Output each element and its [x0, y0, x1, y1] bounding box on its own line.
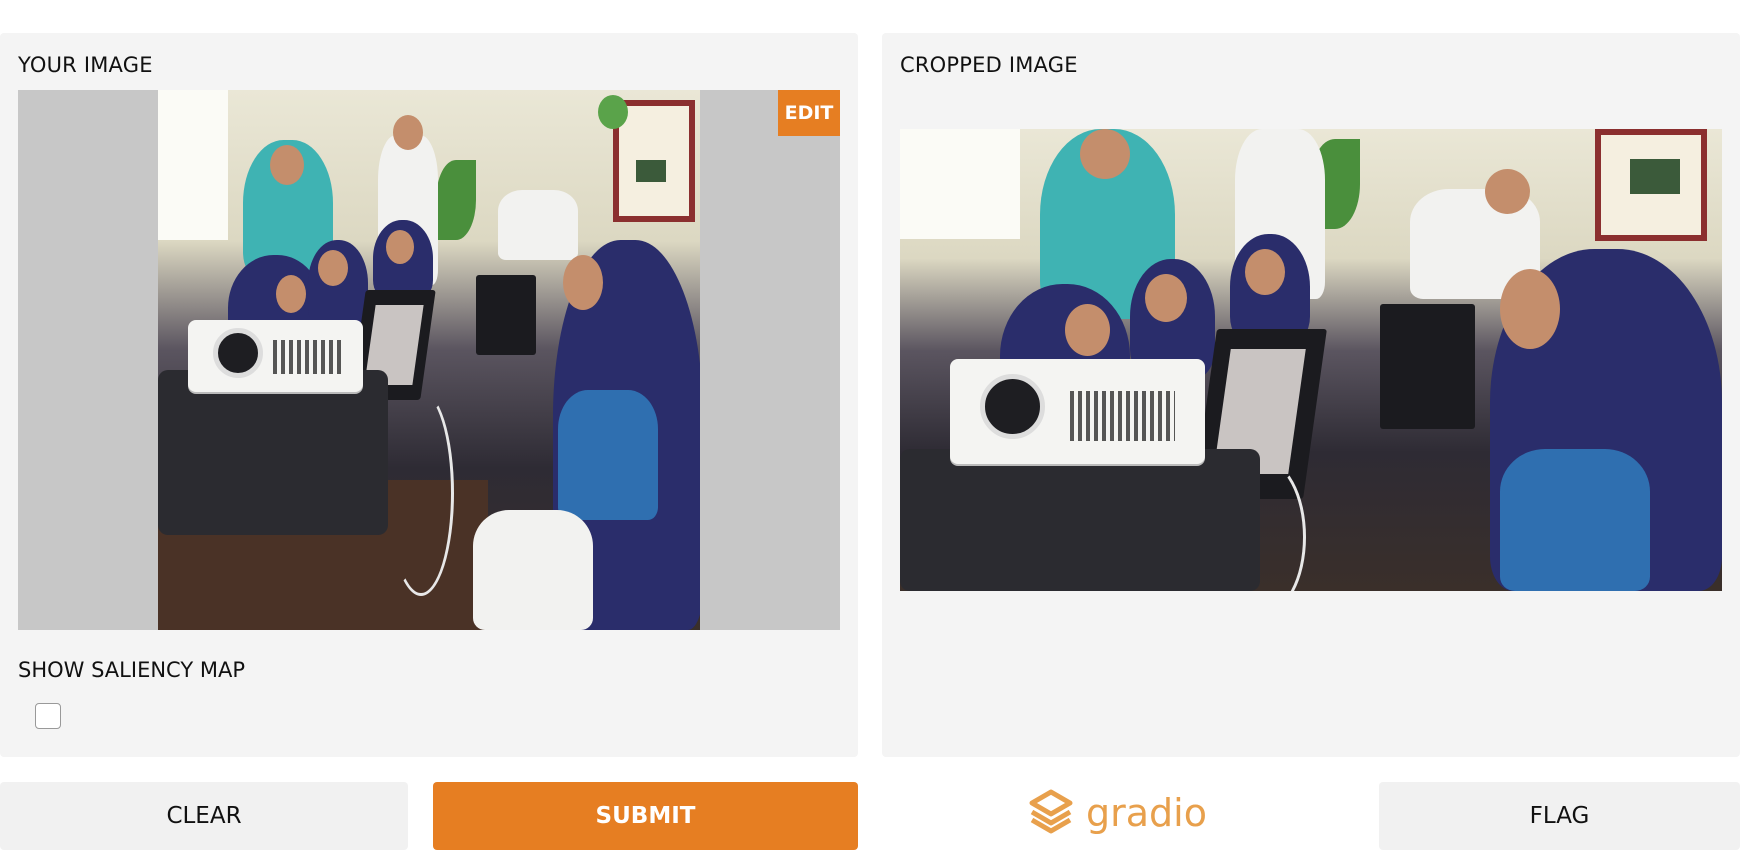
gradio-brand-name: gradio: [1086, 791, 1207, 835]
input-image-panel: YOUR IMAGE EDIT SHOW SALIENCY MAP: [0, 33, 858, 757]
gradio-brand[interactable]: gradio: [1028, 788, 1207, 838]
cropped-image-label: CROPPED IMAGE: [900, 53, 1078, 77]
cropped-image-panel: CROPPED IMAGE: [882, 33, 1740, 757]
saliency-map-label: SHOW SALIENCY MAP: [18, 658, 245, 682]
cropped-classroom-photo: [900, 129, 1722, 591]
edit-button[interactable]: EDIT: [778, 90, 840, 136]
classroom-photo: [158, 90, 700, 630]
clear-button[interactable]: CLEAR: [0, 782, 408, 850]
flag-button[interactable]: FLAG: [1379, 782, 1740, 850]
saliency-map-checkbox[interactable]: [35, 703, 61, 729]
input-image-label: YOUR IMAGE: [18, 53, 153, 77]
gradio-logo-icon: [1028, 788, 1074, 838]
input-image-frame[interactable]: [18, 90, 840, 630]
submit-button[interactable]: SUBMIT: [433, 782, 858, 850]
